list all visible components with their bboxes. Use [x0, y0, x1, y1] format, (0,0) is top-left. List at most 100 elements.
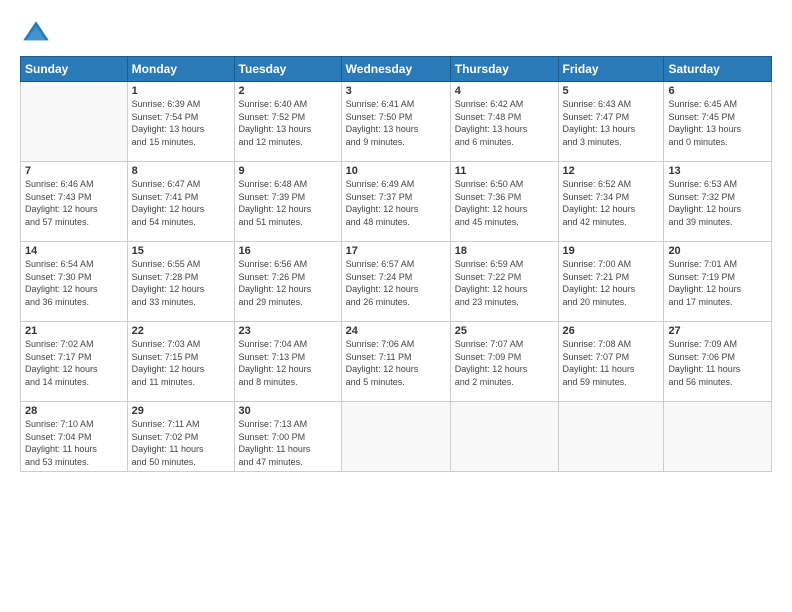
calendar-cell	[664, 402, 772, 472]
day-info-line: Sunset: 7:54 PM	[132, 111, 230, 124]
day-info-line: Sunset: 7:30 PM	[25, 271, 123, 284]
day-info-line: Sunset: 7:37 PM	[346, 191, 446, 204]
day-info-line: and 0 minutes.	[668, 136, 767, 149]
day-info-line: Daylight: 12 hours	[346, 283, 446, 296]
day-info-line: Sunset: 7:02 PM	[132, 431, 230, 444]
day-info-line: and 20 minutes.	[563, 296, 660, 309]
day-info-line: Daylight: 11 hours	[668, 363, 767, 376]
day-info-line: Sunset: 7:11 PM	[346, 351, 446, 364]
weekday-header-sunday: Sunday	[21, 57, 128, 82]
day-info-line: Sunset: 7:39 PM	[239, 191, 337, 204]
day-number: 1	[132, 85, 230, 97]
calendar-cell: 7Sunrise: 6:46 AMSunset: 7:43 PMDaylight…	[21, 162, 128, 242]
calendar-cell: 30Sunrise: 7:13 AMSunset: 7:00 PMDayligh…	[234, 402, 341, 472]
day-info-line: Sunrise: 6:56 AM	[239, 258, 337, 271]
day-info-line: Daylight: 12 hours	[668, 203, 767, 216]
day-info-line: and 45 minutes.	[455, 216, 554, 229]
day-number: 15	[132, 245, 230, 257]
day-number: 21	[25, 325, 123, 337]
calendar-cell: 9Sunrise: 6:48 AMSunset: 7:39 PMDaylight…	[234, 162, 341, 242]
day-info-line: Daylight: 12 hours	[455, 363, 554, 376]
day-number: 10	[346, 165, 446, 177]
day-number: 29	[132, 405, 230, 417]
day-info-line: and 50 minutes.	[132, 456, 230, 469]
day-info-line: Sunrise: 7:10 AM	[25, 418, 123, 431]
calendar-cell: 20Sunrise: 7:01 AMSunset: 7:19 PMDayligh…	[664, 242, 772, 322]
day-info-line: and 57 minutes.	[25, 216, 123, 229]
day-info-line: Sunset: 7:15 PM	[132, 351, 230, 364]
calendar-cell: 8Sunrise: 6:47 AMSunset: 7:41 PMDaylight…	[127, 162, 234, 242]
calendar-cell: 29Sunrise: 7:11 AMSunset: 7:02 PMDayligh…	[127, 402, 234, 472]
day-info-line: and 9 minutes.	[346, 136, 446, 149]
logo	[20, 18, 56, 50]
day-info-line: and 29 minutes.	[239, 296, 337, 309]
day-number: 25	[455, 325, 554, 337]
day-info-line: Sunset: 7:36 PM	[455, 191, 554, 204]
day-info-line: Daylight: 12 hours	[455, 203, 554, 216]
calendar-week-row: 1Sunrise: 6:39 AMSunset: 7:54 PMDaylight…	[21, 82, 772, 162]
calendar-cell: 16Sunrise: 6:56 AMSunset: 7:26 PMDayligh…	[234, 242, 341, 322]
day-info-line: and 54 minutes.	[132, 216, 230, 229]
day-number: 23	[239, 325, 337, 337]
calendar-cell: 19Sunrise: 7:00 AMSunset: 7:21 PMDayligh…	[558, 242, 664, 322]
day-number: 22	[132, 325, 230, 337]
calendar-cell: 28Sunrise: 7:10 AMSunset: 7:04 PMDayligh…	[21, 402, 128, 472]
day-info-line: Sunset: 7:22 PM	[455, 271, 554, 284]
day-info-line: Sunset: 7:00 PM	[239, 431, 337, 444]
day-info-line: Sunset: 7:07 PM	[563, 351, 660, 364]
day-info-line: Sunset: 7:47 PM	[563, 111, 660, 124]
day-info-line: Daylight: 11 hours	[25, 443, 123, 456]
day-info-line: Sunrise: 7:06 AM	[346, 338, 446, 351]
calendar-cell: 2Sunrise: 6:40 AMSunset: 7:52 PMDaylight…	[234, 82, 341, 162]
day-info-line: Sunset: 7:13 PM	[239, 351, 337, 364]
day-info-line: Sunset: 7:52 PM	[239, 111, 337, 124]
day-info-line: Sunrise: 7:04 AM	[239, 338, 337, 351]
day-info-line: Daylight: 13 hours	[346, 123, 446, 136]
calendar-cell: 25Sunrise: 7:07 AMSunset: 7:09 PMDayligh…	[450, 322, 558, 402]
day-info-line: and 12 minutes.	[239, 136, 337, 149]
day-number: 6	[668, 85, 767, 97]
day-info-line: Daylight: 13 hours	[132, 123, 230, 136]
day-info-line: Sunset: 7:34 PM	[563, 191, 660, 204]
calendar-cell: 13Sunrise: 6:53 AMSunset: 7:32 PMDayligh…	[664, 162, 772, 242]
day-info-line: Sunrise: 7:08 AM	[563, 338, 660, 351]
day-info-line: Daylight: 11 hours	[239, 443, 337, 456]
day-info-line: Sunrise: 6:48 AM	[239, 178, 337, 191]
day-number: 17	[346, 245, 446, 257]
day-info-line: Sunset: 7:04 PM	[25, 431, 123, 444]
day-info-line: Daylight: 12 hours	[25, 363, 123, 376]
day-info-line: Sunrise: 6:55 AM	[132, 258, 230, 271]
day-info-line: Daylight: 11 hours	[563, 363, 660, 376]
day-info-line: Daylight: 12 hours	[239, 203, 337, 216]
day-info-line: and 42 minutes.	[563, 216, 660, 229]
day-info-line: Sunrise: 6:49 AM	[346, 178, 446, 191]
day-number: 14	[25, 245, 123, 257]
day-info-line: Daylight: 13 hours	[239, 123, 337, 136]
day-info-line: Daylight: 12 hours	[25, 283, 123, 296]
day-number: 9	[239, 165, 337, 177]
day-number: 7	[25, 165, 123, 177]
day-info-line: and 56 minutes.	[668, 376, 767, 389]
calendar-cell: 24Sunrise: 7:06 AMSunset: 7:11 PMDayligh…	[341, 322, 450, 402]
calendar-cell: 23Sunrise: 7:04 AMSunset: 7:13 PMDayligh…	[234, 322, 341, 402]
calendar-week-row: 21Sunrise: 7:02 AMSunset: 7:17 PMDayligh…	[21, 322, 772, 402]
day-info-line: Sunset: 7:50 PM	[346, 111, 446, 124]
day-info-line: Sunrise: 7:00 AM	[563, 258, 660, 271]
day-number: 19	[563, 245, 660, 257]
day-info-line: Sunset: 7:28 PM	[132, 271, 230, 284]
day-info-line: Sunrise: 7:02 AM	[25, 338, 123, 351]
day-info-line: Sunset: 7:21 PM	[563, 271, 660, 284]
calendar-cell: 27Sunrise: 7:09 AMSunset: 7:06 PMDayligh…	[664, 322, 772, 402]
day-number: 18	[455, 245, 554, 257]
calendar-cell	[21, 82, 128, 162]
day-info-line: Sunrise: 6:57 AM	[346, 258, 446, 271]
day-number: 4	[455, 85, 554, 97]
day-info-line: Sunset: 7:06 PM	[668, 351, 767, 364]
day-number: 20	[668, 245, 767, 257]
day-number: 8	[132, 165, 230, 177]
day-info-line: Sunrise: 6:45 AM	[668, 98, 767, 111]
day-info-line: and 8 minutes.	[239, 376, 337, 389]
day-info-line: and 23 minutes.	[455, 296, 554, 309]
calendar-cell: 1Sunrise: 6:39 AMSunset: 7:54 PMDaylight…	[127, 82, 234, 162]
day-info-line: Daylight: 12 hours	[668, 283, 767, 296]
